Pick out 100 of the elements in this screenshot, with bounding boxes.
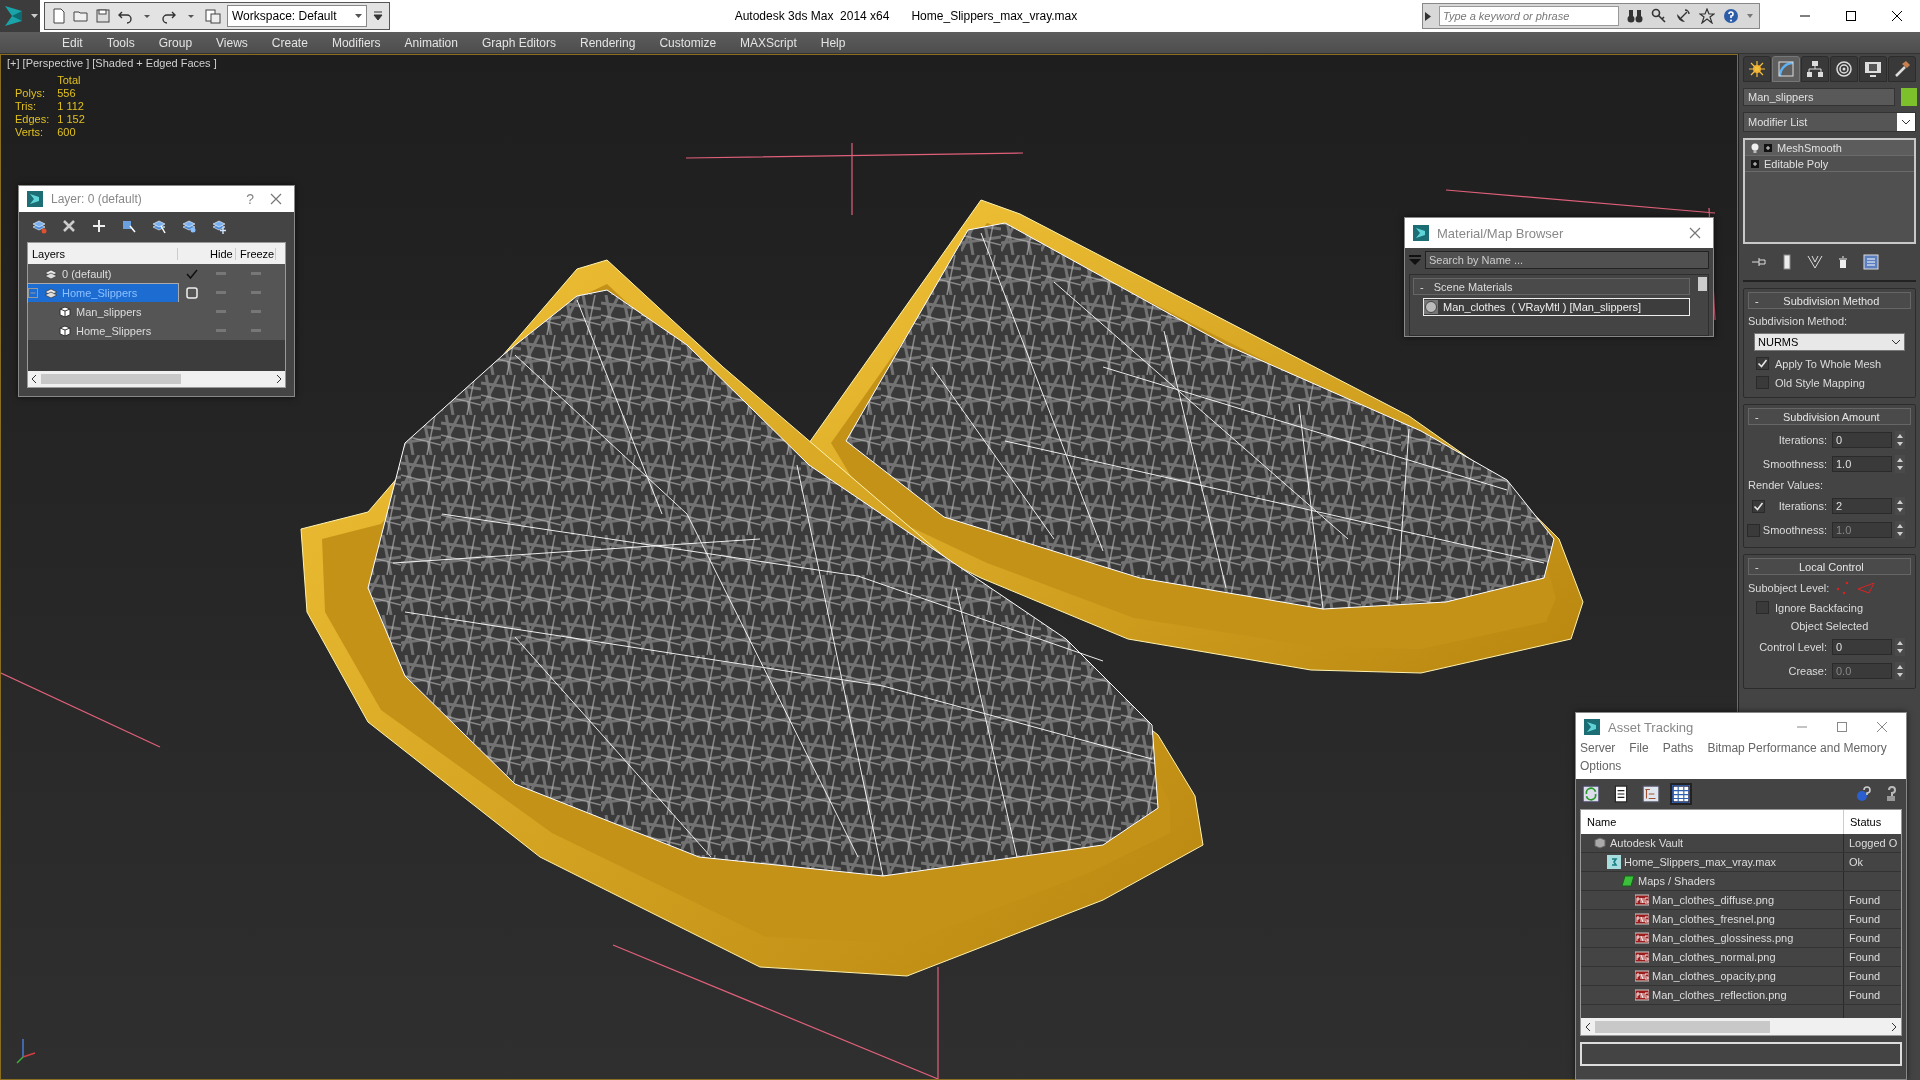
menu-item[interactable]: MAXScript: [728, 33, 809, 52]
object-color-swatch[interactable]: [1901, 88, 1917, 106]
current-layer-toggle[interactable]: [186, 286, 198, 299]
vault-help-icon[interactable]: [1856, 786, 1872, 802]
toggle-dash-icon[interactable]: [251, 291, 261, 294]
refresh-view-icon[interactable]: [1582, 785, 1600, 803]
rollout-header[interactable]: - Local Control: [1748, 558, 1911, 575]
project-folder-icon[interactable]: [205, 8, 221, 24]
current-layer-checkmark[interactable]: [186, 267, 198, 280]
horizontal-scrollbar[interactable]: [28, 371, 285, 387]
asset-name-cell[interactable]: Man_clothes_opacity.png: [1581, 967, 1844, 985]
menu-item[interactable]: Graph Editors: [469, 33, 568, 52]
spinner-field[interactable]: 0: [1832, 639, 1892, 655]
toggle-dash-icon[interactable]: [216, 272, 226, 275]
spinner-arrows-icon[interactable]: [1895, 638, 1905, 656]
viewport-label[interactable]: [+] [Perspective ] [Shaded + Edged Faces ]: [7, 57, 217, 69]
checkbox[interactable]: [1756, 376, 1769, 389]
spinner-arrows-icon[interactable]: [1895, 431, 1905, 449]
search-field[interactable]: Type a keyword or phrase: [1439, 6, 1619, 26]
list-view-icon[interactable]: [1612, 785, 1630, 803]
panel-tab[interactable]: [1888, 56, 1916, 82]
spinner-arrows-icon[interactable]: [1895, 662, 1905, 680]
spinner-arrows-icon[interactable]: [1895, 521, 1905, 539]
panel-tab[interactable]: [1801, 56, 1829, 82]
group-header[interactable]: - Scene Materials: [1413, 278, 1690, 295]
menu-item[interactable]: Bitmap Performance and Memory: [1707, 741, 1887, 755]
funnel-icon[interactable]: [1807, 254, 1823, 270]
method-dropdown[interactable]: NURMS: [1754, 333, 1905, 351]
delete-icon[interactable]: [61, 218, 77, 234]
asset-name-cell[interactable]: Man_clothes_fresnel.png: [1581, 910, 1844, 928]
spinner-arrows-icon[interactable]: [1895, 455, 1905, 473]
asset-name-cell[interactable]: Maps / Shaders: [1581, 872, 1844, 890]
menu-item[interactable]: Create: [259, 33, 320, 52]
tree-view-icon[interactable]: [1642, 785, 1660, 803]
help-button[interactable]: ?: [242, 191, 258, 207]
save-icon[interactable]: [95, 8, 111, 24]
menu-item[interactable]: Animation: [392, 33, 470, 52]
scroll-thumb[interactable]: [41, 374, 181, 384]
spinner-field[interactable]: 2: [1832, 498, 1892, 514]
menu-item[interactable]: Customize: [647, 33, 729, 52]
status-field[interactable]: [1580, 1042, 1902, 1066]
toggle-dash-icon[interactable]: [216, 291, 226, 294]
object-name-field[interactable]: Man_slippers: [1743, 88, 1895, 106]
spinner-arrows-icon[interactable]: [1895, 497, 1905, 515]
toggle-dash-icon[interactable]: [251, 310, 261, 313]
toggle-dash-icon[interactable]: [216, 310, 226, 313]
menu-item[interactable]: Modifiers: [319, 33, 393, 52]
scroll-right-icon[interactable]: [1891, 1022, 1897, 1031]
asset-name-cell[interactable]: Man_clothes_diffuse.png: [1581, 891, 1844, 909]
menu-item[interactable]: Tools: [94, 33, 147, 52]
search-field[interactable]: Search by Name ...: [1425, 251, 1709, 269]
table-view-icon[interactable]: [1672, 785, 1690, 803]
app-menu-button[interactable]: [0, 0, 40, 32]
scroll-left-icon[interactable]: [1585, 1022, 1591, 1031]
workspace-dropdown[interactable]: Workspace: Default: [227, 5, 367, 27]
satellite-dish-icon[interactable]: [1675, 8, 1691, 24]
open-folder-icon[interactable]: [73, 8, 89, 24]
rollout-header[interactable]: - Subdivision Method: [1748, 292, 1911, 309]
menu-item[interactable]: Edit: [50, 33, 95, 52]
toggle-dash-icon[interactable]: [251, 329, 261, 332]
menu-item[interactable]: Views: [204, 33, 260, 52]
menu-item[interactable]: Paths: [1662, 741, 1694, 755]
caret-icon[interactable]: [1747, 14, 1753, 18]
modifier-stack-item[interactable]: MeshSmooth: [1745, 140, 1914, 156]
menu-item[interactable]: Server: [1580, 741, 1616, 755]
asset-name-cell[interactable]: Autodesk Vault: [1581, 834, 1844, 852]
checkbox[interactable]: [1756, 601, 1769, 614]
new-file-icon[interactable]: [51, 8, 67, 24]
menu-item[interactable]: Rendering: [568, 33, 648, 52]
panel-tab[interactable]: [1859, 56, 1887, 82]
rollout-header[interactable]: - Subdivision Amount: [1748, 408, 1911, 425]
column-header[interactable]: Name: [1581, 810, 1844, 834]
new-layer-icon[interactable]: [31, 218, 47, 234]
spinner-field[interactable]: 1.0: [1832, 456, 1892, 472]
freeze-layers-icon[interactable]: [211, 218, 227, 234]
select-objects-icon[interactable]: [121, 218, 137, 234]
column-header[interactable]: Status: [1844, 816, 1901, 828]
scroll-left-icon[interactable]: [31, 375, 37, 383]
material-item[interactable]: Man_clothes ( VRayMtl ) [Man_slippers]: [1423, 298, 1690, 316]
asset-name-cell[interactable]: Home_Slippers_max_vray.max: [1581, 853, 1844, 871]
maximize-icon[interactable]: [1845, 10, 1857, 22]
checkbox[interactable]: [1752, 499, 1765, 513]
toggle-dash-icon[interactable]: [216, 329, 226, 332]
binoculars-icon[interactable]: [1627, 8, 1643, 24]
asset-name-cell[interactable]: Man_clothes_glossiness.png: [1581, 929, 1844, 947]
overflow-menu-icon[interactable]: [373, 10, 383, 22]
add-icon[interactable]: [91, 218, 107, 234]
help-icon[interactable]: [1723, 8, 1739, 24]
scroll-right-icon[interactable]: [276, 375, 282, 383]
expand-arrow-icon[interactable]: [1425, 11, 1431, 21]
highlight-layer-icon[interactable]: [181, 218, 197, 234]
menu-item[interactable]: File: [1629, 741, 1649, 755]
toggle-dash-icon[interactable]: [251, 272, 261, 275]
modifier-list-dropdown[interactable]: Modifier List: [1743, 112, 1916, 132]
horizontal-scrollbar[interactable]: [1581, 1018, 1901, 1035]
close-icon[interactable]: [1891, 10, 1903, 22]
key-icon[interactable]: [1651, 8, 1667, 24]
menu-item[interactable]: Options: [1580, 759, 1622, 773]
spinner-field[interactable]: 0: [1832, 432, 1892, 448]
panel-tab[interactable]: [1743, 56, 1771, 82]
